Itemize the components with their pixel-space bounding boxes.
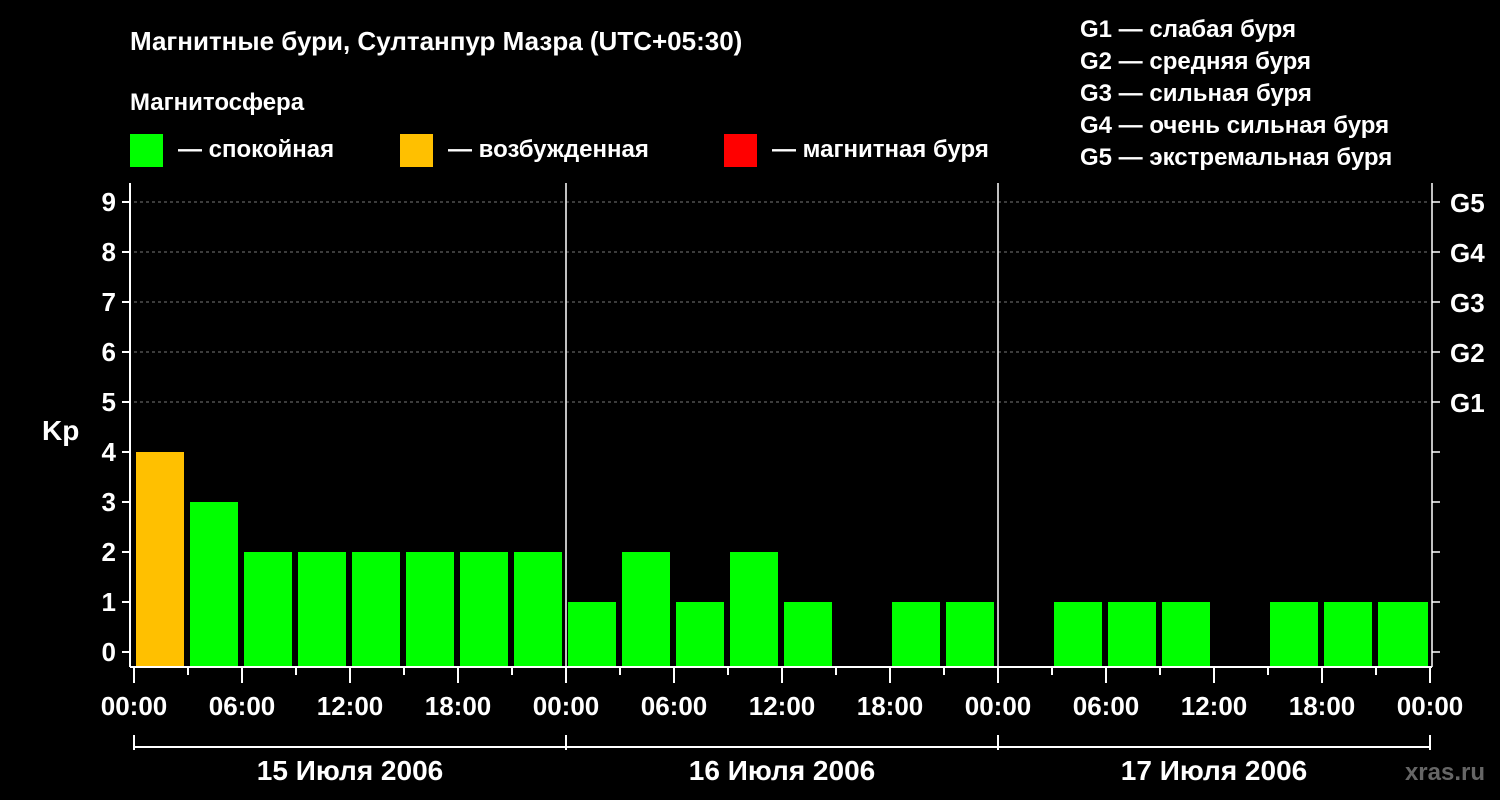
y-tick-label-0: 0 bbox=[102, 637, 116, 667]
g-scale-label-4: G5 bbox=[1450, 188, 1485, 218]
watermark: xras.ru bbox=[1405, 759, 1485, 786]
storm-scale-g2: G2 — средняя буря bbox=[1080, 48, 1311, 75]
storm-scale-g1: G1 — слабая буря bbox=[1080, 16, 1296, 43]
kp-bar-9 bbox=[622, 552, 670, 667]
legend-label-storm: — магнитная буря bbox=[772, 136, 989, 163]
x-tick-label-6: 12:00 bbox=[749, 691, 816, 721]
kp-bar-3 bbox=[298, 552, 346, 667]
storm-scale-g5: G5 — экстремальная буря bbox=[1080, 144, 1392, 171]
kp-bar-1 bbox=[190, 502, 238, 667]
y-tick-label-5: 5 bbox=[102, 387, 116, 417]
kp-bar-17 bbox=[1054, 602, 1102, 667]
y-tick-label-9: 9 bbox=[102, 187, 116, 217]
legend-swatch-active bbox=[400, 134, 433, 167]
legend-label-quiet: — спокойная bbox=[178, 136, 334, 163]
kp-bar-14 bbox=[892, 602, 940, 667]
kp-chart: Магнитные бури, Султанпур Мазра (UTC+05:… bbox=[0, 0, 1500, 800]
y-tick-label-6: 6 bbox=[102, 337, 116, 367]
kp-bar-6 bbox=[460, 552, 508, 667]
x-tick-label-1: 06:00 bbox=[209, 691, 276, 721]
y-tick-label-4: 4 bbox=[102, 437, 117, 467]
kp-bar-10 bbox=[676, 602, 724, 667]
kp-bar-21 bbox=[1270, 602, 1318, 667]
chart-title: Магнитные бури, Султанпур Мазра (UTC+05:… bbox=[130, 26, 742, 56]
x-tick-label-2: 12:00 bbox=[317, 691, 384, 721]
legend-heading: Магнитосфера bbox=[130, 89, 305, 116]
kp-bar-5 bbox=[406, 552, 454, 667]
y-axis-label: Kp bbox=[42, 415, 79, 446]
kp-bar-2 bbox=[244, 552, 292, 667]
day-label-2: 17 Июля 2006 bbox=[1121, 755, 1307, 786]
x-tick-label-8: 00:00 bbox=[965, 691, 1032, 721]
g-scale-label-3: G4 bbox=[1450, 238, 1485, 268]
kp-bar-15 bbox=[946, 602, 994, 667]
g-scale-label-0: G1 bbox=[1450, 388, 1485, 418]
y-tick-label-2: 2 bbox=[102, 537, 116, 567]
legend: — спокойная — возбужденная — магнитная б… bbox=[130, 134, 989, 167]
legend-swatch-storm bbox=[724, 134, 757, 167]
x-tick-label-9: 06:00 bbox=[1073, 691, 1140, 721]
kp-bar-0 bbox=[136, 452, 184, 667]
kp-bar-4 bbox=[352, 552, 400, 667]
kp-bar-partial bbox=[1416, 602, 1428, 667]
legend-swatch-quiet bbox=[130, 134, 163, 167]
kp-bar-18 bbox=[1108, 602, 1156, 667]
x-tick-label-5: 06:00 bbox=[641, 691, 708, 721]
x-tick-label-3: 18:00 bbox=[425, 691, 492, 721]
x-tick-label-7: 18:00 bbox=[857, 691, 924, 721]
storm-scale-g4: G4 — очень сильная буря bbox=[1080, 112, 1389, 139]
storm-scale-g3: G3 — сильная буря bbox=[1080, 80, 1312, 107]
kp-bar-11 bbox=[730, 552, 778, 667]
kp-bar-19 bbox=[1162, 602, 1210, 667]
y-tick-label-3: 3 bbox=[102, 487, 116, 517]
g-scale-label-1: G2 bbox=[1450, 338, 1485, 368]
kp-bar-8 bbox=[568, 602, 616, 667]
kp-bar-22 bbox=[1324, 602, 1372, 667]
y-tick-label-8: 8 bbox=[102, 237, 116, 267]
y-tick-label-7: 7 bbox=[102, 287, 116, 317]
g-scale-label-2: G3 bbox=[1450, 288, 1485, 318]
x-tick-label-12: 00:00 bbox=[1397, 691, 1464, 721]
kp-bar-7 bbox=[514, 552, 562, 667]
y-tick-label-1: 1 bbox=[102, 587, 116, 617]
legend-label-active: — возбужденная bbox=[448, 136, 649, 163]
kp-bar-12 bbox=[784, 602, 832, 667]
x-tick-label-4: 00:00 bbox=[533, 691, 600, 721]
x-tick-label-10: 12:00 bbox=[1181, 691, 1248, 721]
day-label-0: 15 Июля 2006 bbox=[257, 755, 443, 786]
x-tick-label-0: 00:00 bbox=[101, 691, 168, 721]
x-tick-label-11: 18:00 bbox=[1289, 691, 1356, 721]
day-label-1: 16 Июля 2006 bbox=[689, 755, 875, 786]
